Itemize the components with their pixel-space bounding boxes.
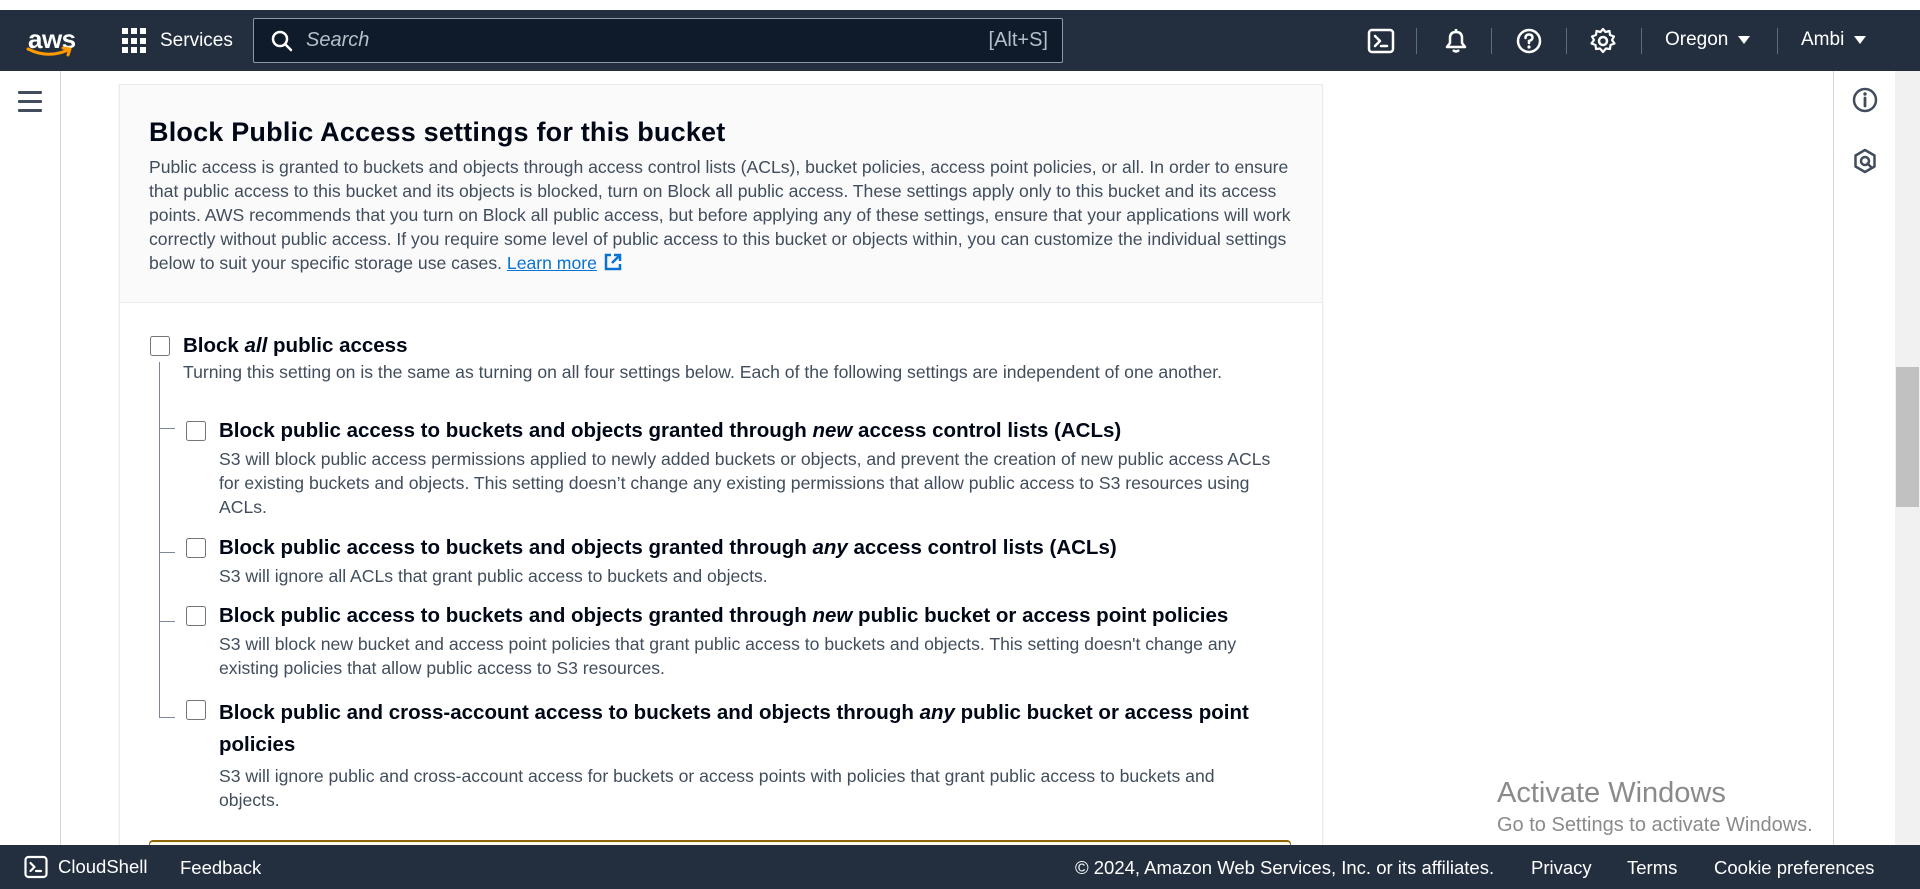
- option-new-policies: Block public access to buckets and objec…: [186, 603, 1346, 680]
- browser-top-strip: [0, 0, 1920, 10]
- search-input[interactable]: [306, 29, 989, 52]
- option-new-acls: Block public access to buckets and objec…: [186, 418, 1346, 519]
- learn-more-link[interactable]: Learn more: [507, 253, 623, 273]
- option-any-acls-text: Block public access to buckets and objec…: [219, 535, 1294, 588]
- footer-terms-link[interactable]: Terms: [1627, 857, 1677, 879]
- nav-divider: [1641, 28, 1642, 54]
- caret-down-icon: [1854, 36, 1867, 44]
- console-footer: CloudShell Feedback © 2024, Amazon Web S…: [0, 845, 1920, 889]
- block-all-text: Block all public access Turning this set…: [183, 333, 1222, 384]
- activate-windows-watermark: Activate Windows Go to Settings to activ…: [1497, 776, 1813, 840]
- option-new-policies-text: Block public access to buckets and objec…: [219, 603, 1294, 680]
- tree-connector-branch: [159, 717, 175, 718]
- left-side-rail: [0, 71, 61, 845]
- option-any-acls-title: Block public access to buckets and objec…: [219, 536, 1117, 559]
- help-icon[interactable]: [1515, 27, 1543, 55]
- services-grid-icon: [122, 28, 148, 54]
- block-all-option: Block all public access Turning this set…: [150, 333, 1222, 384]
- panel-description-text: Public access is granted to buckets and …: [149, 157, 1291, 273]
- page-scrollbar[interactable]: [1895, 71, 1920, 845]
- region-selector[interactable]: Oregon: [1665, 29, 1751, 51]
- tree-connector-line: [159, 362, 160, 717]
- tree-connector-branch: [159, 621, 175, 622]
- learn-more-label: Learn more: [506, 253, 597, 273]
- nav-divider: [1777, 28, 1778, 54]
- user-account-menu[interactable]: Ambi: [1801, 29, 1867, 51]
- top-navigation: aws Services [Alt+S]: [0, 10, 1920, 71]
- settings-gear-icon[interactable]: [1589, 27, 1617, 55]
- option-any-policies-description: S3 will ignore public and cross-account …: [219, 766, 1215, 810]
- footer-cloudshell-button[interactable]: CloudShell: [24, 855, 147, 879]
- option-new-acls-title: Block public access to buckets and objec…: [219, 419, 1122, 442]
- footer-privacy-link[interactable]: Privacy: [1531, 857, 1592, 879]
- search-shortcut-hint: [Alt+S]: [988, 29, 1048, 51]
- option-any-acls-description: S3 will ignore all ACLs that grant publi…: [219, 566, 768, 586]
- option-new-policies-description: S3 will block new bucket and access poin…: [219, 634, 1237, 678]
- option-any-policies: Block public and cross-account access to…: [186, 697, 1346, 812]
- panel-title: Block Public Access settings for this bu…: [149, 117, 726, 147]
- services-menu-button[interactable]: Services: [122, 26, 233, 56]
- option-new-acls-description: S3 will block public access permissions …: [219, 449, 1271, 517]
- footer-cookie-preferences-link[interactable]: Cookie preferences: [1714, 857, 1874, 879]
- option-new-policies-checkbox[interactable]: [186, 606, 206, 626]
- option-any-policies-checkbox[interactable]: [186, 700, 206, 720]
- main-content: Block Public Access settings for this bu…: [61, 71, 1833, 845]
- search-icon: [271, 30, 293, 51]
- amazon-q-icon[interactable]: [1851, 147, 1879, 175]
- aws-logo[interactable]: aws: [26, 24, 76, 58]
- option-new-policies-title: Block public access to buckets and objec…: [219, 604, 1229, 627]
- search-bar[interactable]: [Alt+S]: [253, 18, 1063, 63]
- nav-divider: [1491, 28, 1492, 54]
- nav-divider: [1566, 28, 1567, 54]
- tree-connector-branch: [159, 552, 175, 553]
- footer-copyright: © 2024, Amazon Web Services, Inc. or its…: [1075, 857, 1495, 878]
- option-any-policies-title: Block public and cross-account access to…: [219, 701, 1249, 756]
- hamburger-menu-icon[interactable]: [18, 91, 42, 112]
- watermark-subtitle: Go to Settings to activate Windows.: [1497, 814, 1813, 836]
- option-new-acls-text: Block public access to buckets and objec…: [219, 418, 1294, 519]
- aws-smile-icon: [26, 46, 72, 57]
- nav-divider: [1416, 28, 1417, 54]
- panel-header: Block Public Access settings for this bu…: [120, 85, 1322, 303]
- tree-connector-branch: [159, 428, 175, 429]
- option-any-policies-text: Block public and cross-account access to…: [219, 697, 1259, 812]
- option-any-acls: Block public access to buckets and objec…: [186, 535, 1346, 588]
- cloudshell-icon[interactable]: [1367, 27, 1395, 55]
- option-any-acls-checkbox[interactable]: [186, 538, 206, 558]
- block-all-title: Block all public access: [183, 334, 408, 357]
- region-label: Oregon: [1665, 29, 1729, 50]
- block-all-checkbox[interactable]: [150, 336, 170, 356]
- watermark-title: Activate Windows: [1497, 777, 1726, 809]
- info-icon[interactable]: [1851, 86, 1879, 114]
- footer-feedback-link[interactable]: Feedback: [180, 857, 261, 879]
- notifications-bell-icon[interactable]: [1442, 27, 1470, 55]
- option-new-acls-checkbox[interactable]: [186, 421, 206, 441]
- panel-description: Public access is granted to buckets and …: [149, 155, 1299, 275]
- user-label: Ambi: [1801, 29, 1845, 50]
- external-link-icon: [604, 253, 622, 271]
- caret-down-icon: [1738, 36, 1751, 44]
- footer-cloudshell-label: CloudShell: [58, 856, 148, 877]
- services-label: Services: [160, 30, 233, 51]
- right-side-rail: [1833, 71, 1895, 845]
- cloudshell-icon: [24, 855, 48, 879]
- scrollbar-thumb[interactable]: [1896, 367, 1919, 507]
- block-all-description: Turning this setting on is the same as t…: [183, 362, 1223, 382]
